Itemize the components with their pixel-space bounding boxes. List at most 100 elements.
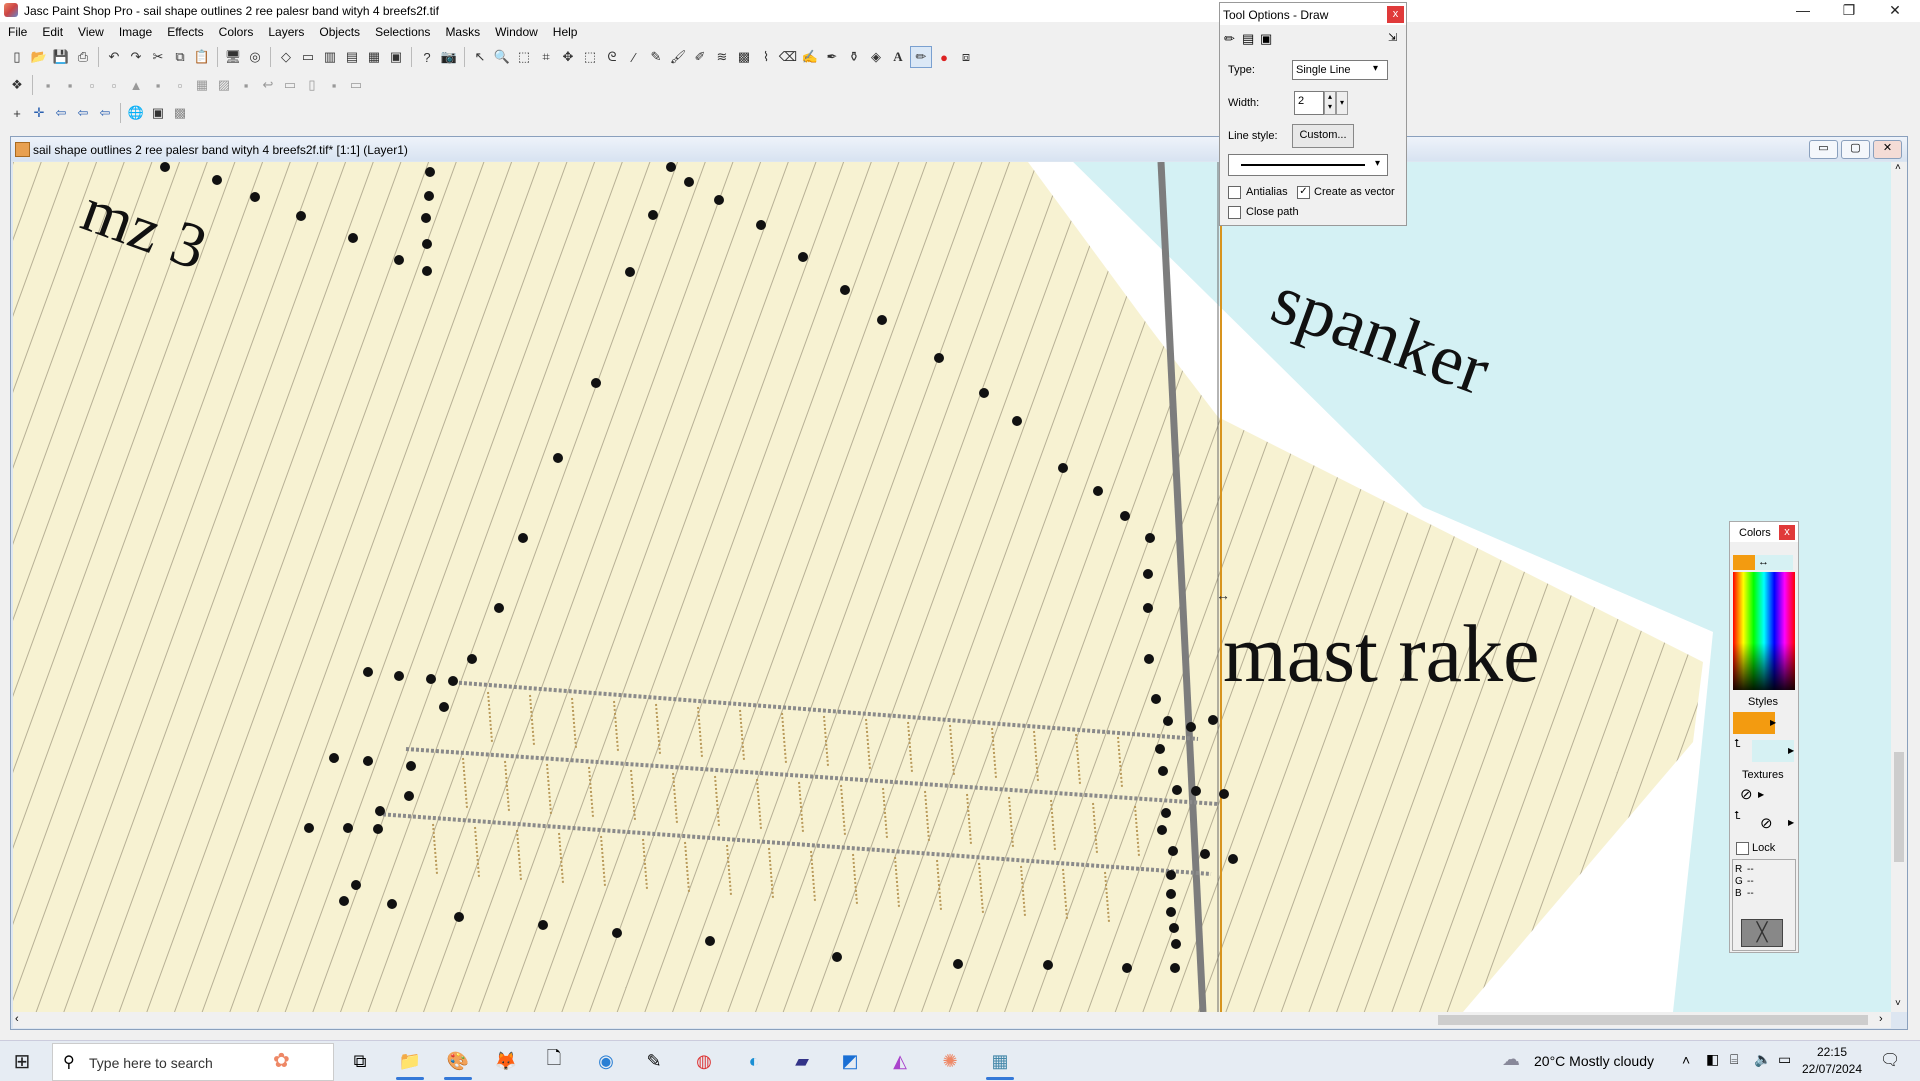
effect-7-icon[interactable]: ▫ bbox=[170, 75, 190, 95]
task-view-icon[interactable]: ⧉ bbox=[336, 1041, 384, 1081]
effect-15-icon[interactable]: ▭ bbox=[346, 75, 366, 95]
clock-time[interactable]: 22:15 bbox=[1804, 1045, 1860, 1059]
firefox-icon[interactable]: 🦊 bbox=[482, 1041, 530, 1081]
arrow-left-2-icon[interactable]: ⇦ bbox=[73, 103, 93, 123]
doc-maximize-button[interactable]: ▢ bbox=[1841, 140, 1870, 159]
text-tool-icon[interactable]: A bbox=[888, 47, 908, 67]
redo-icon[interactable]: ↷ bbox=[126, 47, 146, 67]
effect-14-icon[interactable]: ▪ bbox=[324, 75, 344, 95]
vertical-scrollbar[interactable]: ˄ ˅ bbox=[1891, 162, 1907, 1012]
app-icon-photos[interactable]: ▦ bbox=[976, 1041, 1024, 1081]
add-node-icon[interactable]: + bbox=[7, 103, 27, 123]
blank-document-icon[interactable]: 🗋 bbox=[530, 1041, 578, 1081]
menu-colors[interactable]: Colors bbox=[211, 25, 261, 39]
fill-icon[interactable]: ◈ bbox=[866, 47, 886, 67]
eraser-icon[interactable]: ⌫ bbox=[778, 47, 798, 67]
retouch-icon[interactable]: ▩ bbox=[734, 47, 754, 67]
effect-2-icon[interactable]: ▪ bbox=[60, 75, 80, 95]
scroll-right-icon[interactable]: › bbox=[1879, 1013, 1883, 1025]
antialias-checkbox[interactable] bbox=[1228, 186, 1241, 199]
image-canvas[interactable]: mz 3 spanker mast rake ↔ bbox=[13, 162, 1891, 1012]
draw-tool-icon[interactable]: ✏ bbox=[910, 46, 932, 68]
menu-effects[interactable]: Effects bbox=[159, 25, 210, 39]
volume-icon[interactable]: 🔈 bbox=[1754, 1051, 1771, 1068]
palette-rollup-icon[interactable]: ⇲ bbox=[1388, 31, 1397, 44]
arrow-tool-icon[interactable]: ↖ bbox=[470, 47, 490, 67]
selection-tool-icon[interactable]: ⬚ bbox=[580, 47, 600, 67]
menu-masks[interactable]: Masks bbox=[437, 25, 487, 39]
colors-close-button[interactable]: x bbox=[1779, 525, 1795, 540]
thunderbird-icon[interactable]: ◉ bbox=[582, 1041, 630, 1081]
app-icon-orange[interactable]: ✺ bbox=[926, 1041, 974, 1081]
browser-icon[interactable]: ◐ bbox=[730, 1041, 778, 1081]
close-path-checkbox[interactable] bbox=[1228, 206, 1241, 219]
color-palette-toggle-icon[interactable]: ▥ bbox=[320, 47, 340, 67]
menu-layers[interactable]: Layers bbox=[260, 25, 311, 39]
effect-5-icon[interactable]: ▲ bbox=[126, 75, 146, 95]
battery-icon[interactable]: ▭ bbox=[1778, 1051, 1791, 1068]
app-icon-dark[interactable]: ▰ bbox=[778, 1041, 826, 1081]
app-icon-purple[interactable]: ◭ bbox=[876, 1041, 924, 1081]
effect-browser-icon[interactable]: ❖ bbox=[7, 75, 27, 95]
minimize-button[interactable]: — bbox=[1780, 0, 1826, 22]
style-arrow-icon[interactable]: ▶ bbox=[1770, 718, 1776, 727]
menu-edit[interactable]: Edit bbox=[34, 25, 70, 39]
meet-now-icon[interactable]: ◧ bbox=[1706, 1051, 1719, 1068]
notifications-icon[interactable]: 🗨 bbox=[1880, 1050, 1900, 1070]
flood-fill-icon[interactable]: ⚱ bbox=[844, 47, 864, 67]
chrome-icon[interactable]: ◍ bbox=[680, 1041, 728, 1081]
lock-checkbox[interactable] bbox=[1736, 842, 1749, 855]
app-icon-pencil[interactable]: ✎ bbox=[630, 1041, 678, 1081]
no-texture-icon[interactable]: ⊘ bbox=[1760, 814, 1773, 832]
scratch-remover-icon[interactable]: ⌇ bbox=[756, 47, 776, 67]
effect-12-icon[interactable]: ▭ bbox=[280, 75, 300, 95]
deform-tool-icon[interactable]: ⬚ bbox=[514, 47, 534, 67]
paste-icon[interactable]: 📋 bbox=[192, 47, 212, 67]
toggle-palettes-icon[interactable]: ◇ bbox=[276, 47, 296, 67]
menu-window[interactable]: Window bbox=[487, 25, 545, 39]
type-select[interactable]: Single Line ▾ bbox=[1292, 60, 1388, 80]
airbrush-icon[interactable]: ✒ bbox=[822, 47, 842, 67]
save-icon[interactable]: 💾 bbox=[51, 47, 71, 67]
cut-icon[interactable]: ✂ bbox=[148, 47, 168, 67]
search-box[interactable]: ⚲ Type here to search ✿ bbox=[52, 1043, 334, 1081]
image-slicer-icon[interactable]: ▣ bbox=[148, 103, 168, 123]
zoom-tool-icon[interactable]: 🔍 bbox=[492, 47, 512, 67]
arrow-left-3-icon[interactable]: ⇦ bbox=[95, 103, 115, 123]
menu-view[interactable]: View bbox=[70, 25, 111, 39]
no-texture-icon[interactable]: ⊘ bbox=[1740, 785, 1753, 803]
horizontal-scrollbar[interactable]: ‹ › bbox=[13, 1012, 1891, 1028]
clock-date[interactable]: 22/07/2024 bbox=[1796, 1062, 1868, 1076]
windows-start-icon[interactable]: ⊞ bbox=[0, 1041, 44, 1081]
effect-8-icon[interactable]: ▦ bbox=[192, 75, 212, 95]
paintshop-app-icon[interactable] bbox=[4, 3, 18, 17]
custom-button[interactable]: Custom... bbox=[1292, 124, 1354, 148]
tool-options-title-bar[interactable]: Tool Options - Draw x bbox=[1220, 3, 1406, 25]
effect-4-icon[interactable]: ▫ bbox=[104, 75, 124, 95]
texture-arrow-icon[interactable]: ▶ bbox=[1788, 818, 1794, 827]
print-icon[interactable]: ⎙ bbox=[73, 47, 93, 67]
copy-icon[interactable]: ⧉ bbox=[170, 47, 190, 67]
effect-10-icon[interactable]: ▪ bbox=[236, 75, 256, 95]
menu-image[interactable]: Image bbox=[111, 25, 159, 39]
effect-13-icon[interactable]: ▯ bbox=[302, 75, 322, 95]
width-input[interactable]: 2 bbox=[1294, 91, 1324, 115]
scroll-down-icon[interactable]: ˅ bbox=[1895, 998, 1901, 1009]
layers-toggle-icon[interactable]: ▦ bbox=[364, 47, 384, 67]
effect-9-icon[interactable]: ▨ bbox=[214, 75, 234, 95]
split-icon[interactable]: ✛ bbox=[29, 103, 49, 123]
close-button[interactable]: ✕ bbox=[1872, 0, 1918, 22]
scroll-up-icon[interactable]: ˄ bbox=[1895, 162, 1901, 173]
doc-close-button[interactable]: ✕ bbox=[1873, 140, 1902, 159]
network-icon[interactable]: ⌸ bbox=[1730, 1051, 1738, 1068]
crop-tool-icon[interactable]: ⌗ bbox=[536, 47, 556, 67]
horizontal-scroll-thumb[interactable] bbox=[1438, 1015, 1868, 1025]
file-explorer-icon[interactable]: 📁 bbox=[386, 1041, 434, 1081]
mover-tool-icon[interactable]: ✥ bbox=[558, 47, 578, 67]
swap-colors-icon[interactable]: ↔ bbox=[1755, 555, 1793, 570]
chevron-up-icon[interactable]: ˄ bbox=[1682, 1052, 1690, 1068]
options-tab-icon[interactable]: ▤ bbox=[1242, 31, 1254, 47]
image-mapper-icon[interactable]: ▩ bbox=[170, 103, 190, 123]
paintshop-taskbar-icon[interactable]: 🎨 bbox=[434, 1041, 482, 1081]
magic-wand-icon[interactable]: ⁄ bbox=[624, 47, 644, 67]
